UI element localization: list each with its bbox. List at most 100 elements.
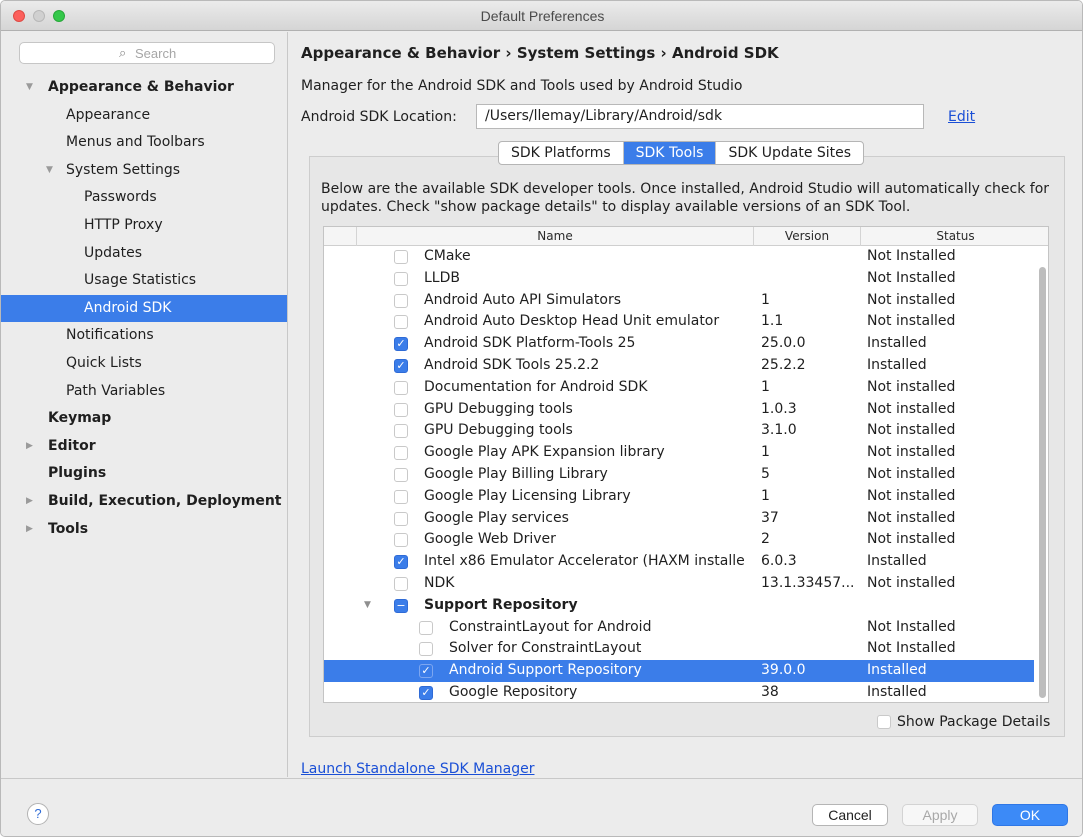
sidebar-item[interactable]: ▶ Editor <box>1 433 287 460</box>
package-name: Android Support Repository <box>449 662 642 679</box>
sidebar-item[interactable]: ▶ Tools <box>1 516 287 543</box>
table-row[interactable]: GPU Debugging tools 1.0.3 Not installed <box>324 399 1034 421</box>
table-row[interactable]: ConstraintLayout for Android Not Installe… <box>324 617 1034 639</box>
table-row[interactable]: Android Auto API Simulators 1 Not installe… <box>324 290 1034 312</box>
table-row[interactable]: ✓ Google Repository 38 Installed <box>324 682 1034 702</box>
sidebar-item[interactable]: Menus and Toolbars <box>1 129 287 156</box>
tab-sdk-platforms[interactable]: SDK Platforms <box>499 142 624 164</box>
table-row[interactable]: Solver for ConstraintLayout Not Installed <box>324 638 1034 660</box>
package-name: ConstraintLayout for Android <box>449 618 652 635</box>
triangle-down-icon[interactable]: ▼ <box>364 595 371 617</box>
package-status: Not installed <box>867 509 956 526</box>
apply-button[interactable]: Apply <box>902 804 978 826</box>
table-row[interactable]: GPU Debugging tools 3.1.0 Not installed <box>324 420 1034 442</box>
package-status: Not Installed <box>867 248 956 264</box>
table-row[interactable]: ✓ Intel x86 Emulator Accelerator (HAXM in… <box>324 551 1034 573</box>
help-icon[interactable]: ? <box>27 803 49 825</box>
sidebar-item-label: Usage Statistics <box>84 272 197 289</box>
sidebar-item[interactable]: Plugins <box>1 460 287 487</box>
package-checkbox[interactable] <box>394 489 408 504</box>
package-name: Android Auto API Simulators <box>424 291 621 308</box>
show-package-details-checkbox[interactable] <box>877 715 891 729</box>
package-checkbox[interactable] <box>394 271 408 286</box>
settings-sidebar: ⌕ Search ▼ Appearance & Behavior Appearanc… <box>1 32 288 777</box>
package-checkbox[interactable] <box>394 576 408 591</box>
sidebar-item-label: System Settings <box>66 161 181 178</box>
sidebar-item[interactable]: Keymap <box>1 405 287 432</box>
package-checkbox[interactable]: ✓ <box>394 358 408 373</box>
package-checkbox[interactable] <box>394 467 408 482</box>
package-checkbox[interactable] <box>419 642 433 657</box>
package-checkbox[interactable] <box>394 293 408 308</box>
sidebar-item-label: Keymap <box>48 410 112 427</box>
triangle-right-icon[interactable]: ▶ <box>26 433 33 460</box>
table-row[interactable]: Documentation for Android SDK 1 Not instal… <box>324 377 1034 399</box>
package-name: Android SDK Platform-Tools 25 <box>424 335 636 352</box>
table-row[interactable]: LLDB Not Installed <box>324 268 1034 290</box>
table-scrollbar[interactable] <box>1039 267 1046 698</box>
edit-sdk-location-link[interactable]: Edit <box>948 109 975 125</box>
package-name: Intel x86 Emulator Accelerator (HAXM ins… <box>424 553 745 570</box>
sidebar-item[interactable]: ▼ System Settings <box>1 157 287 184</box>
sidebar-item[interactable]: Notifications <box>1 322 287 349</box>
triangle-right-icon[interactable]: ▶ <box>26 488 33 515</box>
sdk-location-field[interactable]: /Users/llemay/Library/Android/sdk <box>476 104 924 129</box>
tab-sdk-update-sites[interactable]: SDK Update Sites <box>716 142 863 164</box>
package-checkbox[interactable]: ✓ <box>419 685 433 700</box>
triangle-down-icon[interactable]: ▼ <box>46 157 53 184</box>
sidebar-item[interactable]: HTTP Proxy <box>1 212 287 239</box>
table-row[interactable]: Google Play APK Expansion library 1 Not in… <box>324 442 1034 464</box>
package-checkbox[interactable] <box>394 424 408 439</box>
package-checkbox[interactable] <box>394 533 408 548</box>
ok-button[interactable]: OK <box>992 804 1068 826</box>
table-row[interactable]: Google Play services 37 Not installed <box>324 508 1034 530</box>
table-row[interactable]: Android Auto Desktop Head Unit emulator 1… <box>324 311 1034 333</box>
table-row[interactable]: ✓ Android Support Repository 39.0.0 Install… <box>324 660 1034 682</box>
table-group-row[interactable]: ▼ − Support Repository <box>324 595 1034 617</box>
sidebar-item[interactable]: Quick Lists <box>1 350 287 377</box>
page-description: Manager for the Android SDK and Tools us… <box>301 78 743 94</box>
package-checkbox[interactable]: − <box>394 598 408 613</box>
table-row[interactable]: Google Play Licensing Library 1 Not instal… <box>324 486 1034 508</box>
package-checkbox[interactable]: ✓ <box>394 337 408 352</box>
table-row[interactable]: ✓ Android SDK Platform-Tools 25 25.0.0 Inst… <box>324 333 1034 355</box>
sidebar-item[interactable]: Android SDK <box>1 294 287 322</box>
package-checkbox[interactable] <box>394 250 408 264</box>
package-checkbox[interactable]: ✓ <box>394 555 408 570</box>
launch-standalone-sdk-manager-link[interactable]: Launch Standalone SDK Manager <box>301 761 535 777</box>
package-checkbox[interactable]: ✓ <box>419 664 433 679</box>
package-checkbox[interactable] <box>394 446 408 461</box>
sidebar-item[interactable]: Updates <box>1 240 287 267</box>
package-checkbox[interactable] <box>394 402 408 417</box>
package-checkbox[interactable] <box>394 380 408 395</box>
table-row[interactable]: ✓ Android SDK Tools 25.2.2 25.2.2 Installed <box>324 355 1034 377</box>
package-checkbox[interactable] <box>419 620 433 635</box>
package-version: 13.1.33457... <box>761 574 855 591</box>
triangle-right-icon[interactable]: ▶ <box>26 516 33 543</box>
settings-search-field[interactable]: ⌕ Search <box>19 42 275 64</box>
package-name: Support Repository <box>424 596 578 613</box>
sidebar-item[interactable]: ▶ Build, Execution, Deployment <box>1 488 287 515</box>
package-status: Not installed <box>867 400 956 417</box>
table-row[interactable]: CMake Not Installed <box>324 246 1034 268</box>
column-header-version[interactable]: Version <box>754 227 861 246</box>
package-version: 37 <box>761 509 779 526</box>
package-checkbox[interactable] <box>394 315 408 330</box>
column-header-name[interactable]: Name <box>357 227 754 246</box>
sidebar-item[interactable]: ▼ Appearance & Behavior <box>1 74 287 101</box>
sidebar-item[interactable]: Passwords <box>1 184 287 211</box>
triangle-down-icon[interactable]: ▼ <box>26 74 33 101</box>
sidebar-item-label: Menus and Toolbars <box>66 134 205 151</box>
package-name: GPU Debugging tools <box>424 400 573 417</box>
cancel-button[interactable]: Cancel <box>812 804 888 826</box>
package-checkbox[interactable] <box>394 511 408 526</box>
table-row[interactable]: Google Web Driver 2 Not installed <box>324 529 1034 551</box>
column-header-status[interactable]: Status <box>861 227 1048 246</box>
sidebar-item[interactable]: Usage Statistics <box>1 267 287 294</box>
tab-sdk-tools[interactable]: SDK Tools <box>623 142 717 164</box>
sidebar-item[interactable]: Path Variables <box>1 378 287 405</box>
table-row[interactable]: NDK 13.1.33457... Not installed <box>324 573 1034 595</box>
sidebar-item[interactable]: Appearance <box>1 102 287 129</box>
package-status: Not installed <box>867 487 956 504</box>
table-row[interactable]: Google Play Billing Library 5 Not installe… <box>324 464 1034 486</box>
